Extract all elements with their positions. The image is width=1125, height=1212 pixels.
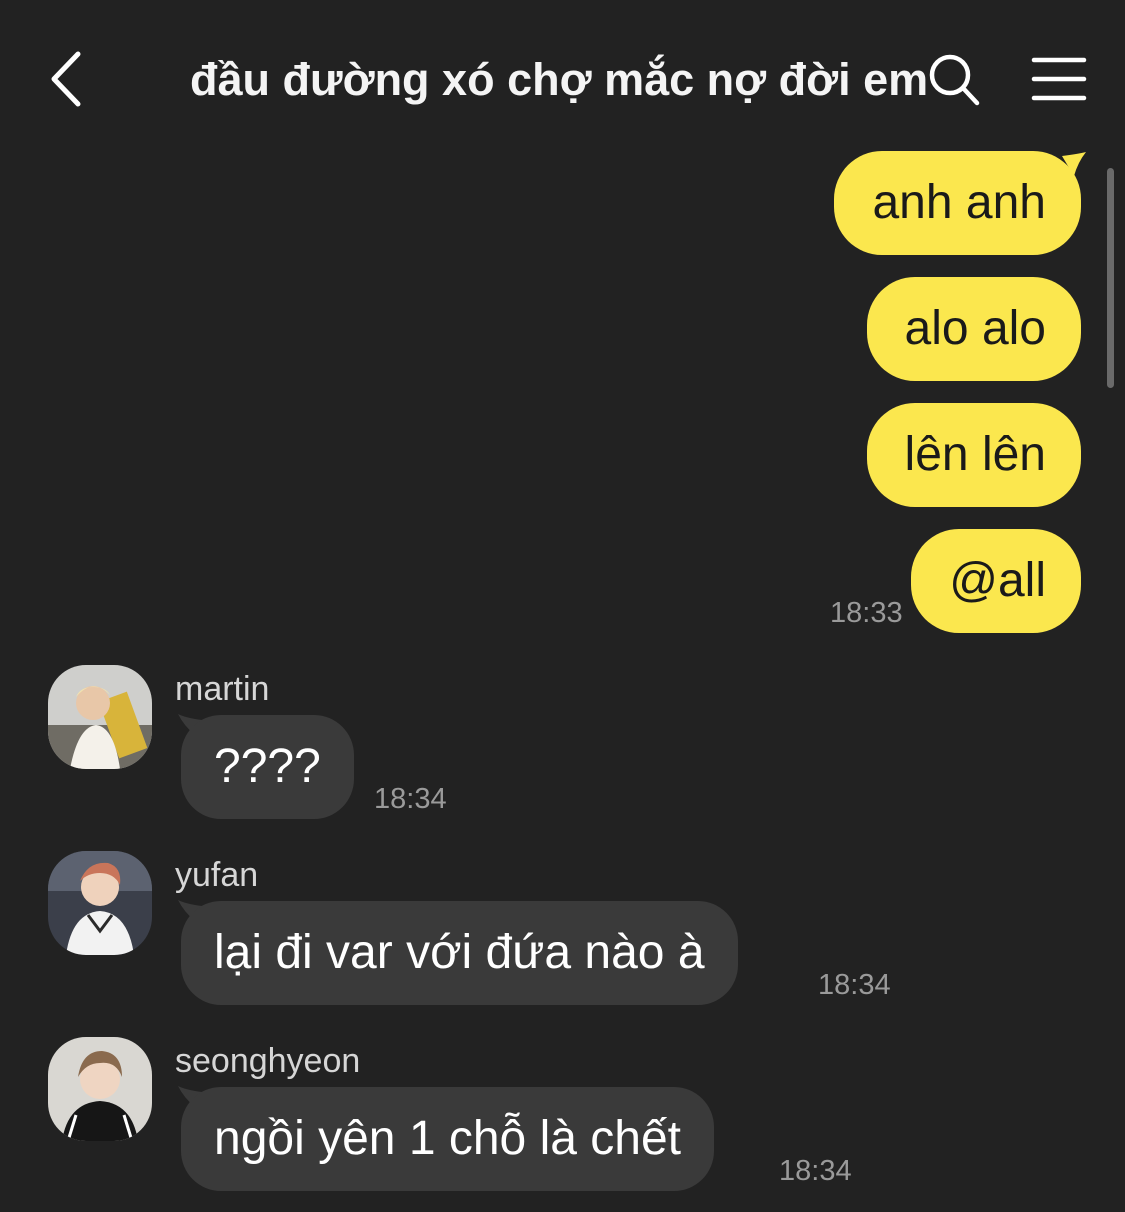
avatar[interactable]: [48, 1037, 152, 1141]
search-icon: [929, 54, 980, 106]
chat-header: đầu đường xó chợ mắc nợ đời em: [0, 0, 1125, 150]
avatar[interactable]: [48, 851, 152, 955]
outgoing-message[interactable]: alo alo: [866, 277, 1081, 381]
outgoing-message[interactable]: @all: [911, 529, 1081, 633]
message-timestamp: 18:34: [818, 969, 891, 1001]
incoming-message[interactable]: lại đi var với đứa nào à: [181, 901, 738, 1005]
incoming-message[interactable]: ngồi yên 1 chỗ là chết: [181, 1087, 714, 1191]
chevron-left-icon: [51, 51, 81, 107]
sender-name: yufan: [175, 856, 259, 894]
scrollbar[interactable]: [1107, 168, 1114, 388]
back-button[interactable]: [40, 44, 100, 114]
outgoing-message[interactable]: anh anh: [834, 151, 1081, 255]
hamburger-menu-icon: [1031, 57, 1087, 101]
outgoing-message[interactable]: lên lên: [866, 403, 1081, 507]
incoming-message[interactable]: ????: [181, 715, 354, 819]
menu-button[interactable]: [1030, 55, 1088, 105]
chat-title: đầu đường xó chợ mắc nợ đời em: [190, 54, 929, 105]
search-button[interactable]: [925, 50, 985, 110]
sender-name: seonghyeon: [175, 1042, 361, 1080]
sender-name: martin: [175, 670, 270, 708]
avatar[interactable]: [48, 665, 152, 769]
message-timestamp: 18:34: [779, 1155, 852, 1187]
message-timestamp: 18:33: [830, 597, 903, 629]
message-timestamp: 18:34: [374, 783, 447, 815]
